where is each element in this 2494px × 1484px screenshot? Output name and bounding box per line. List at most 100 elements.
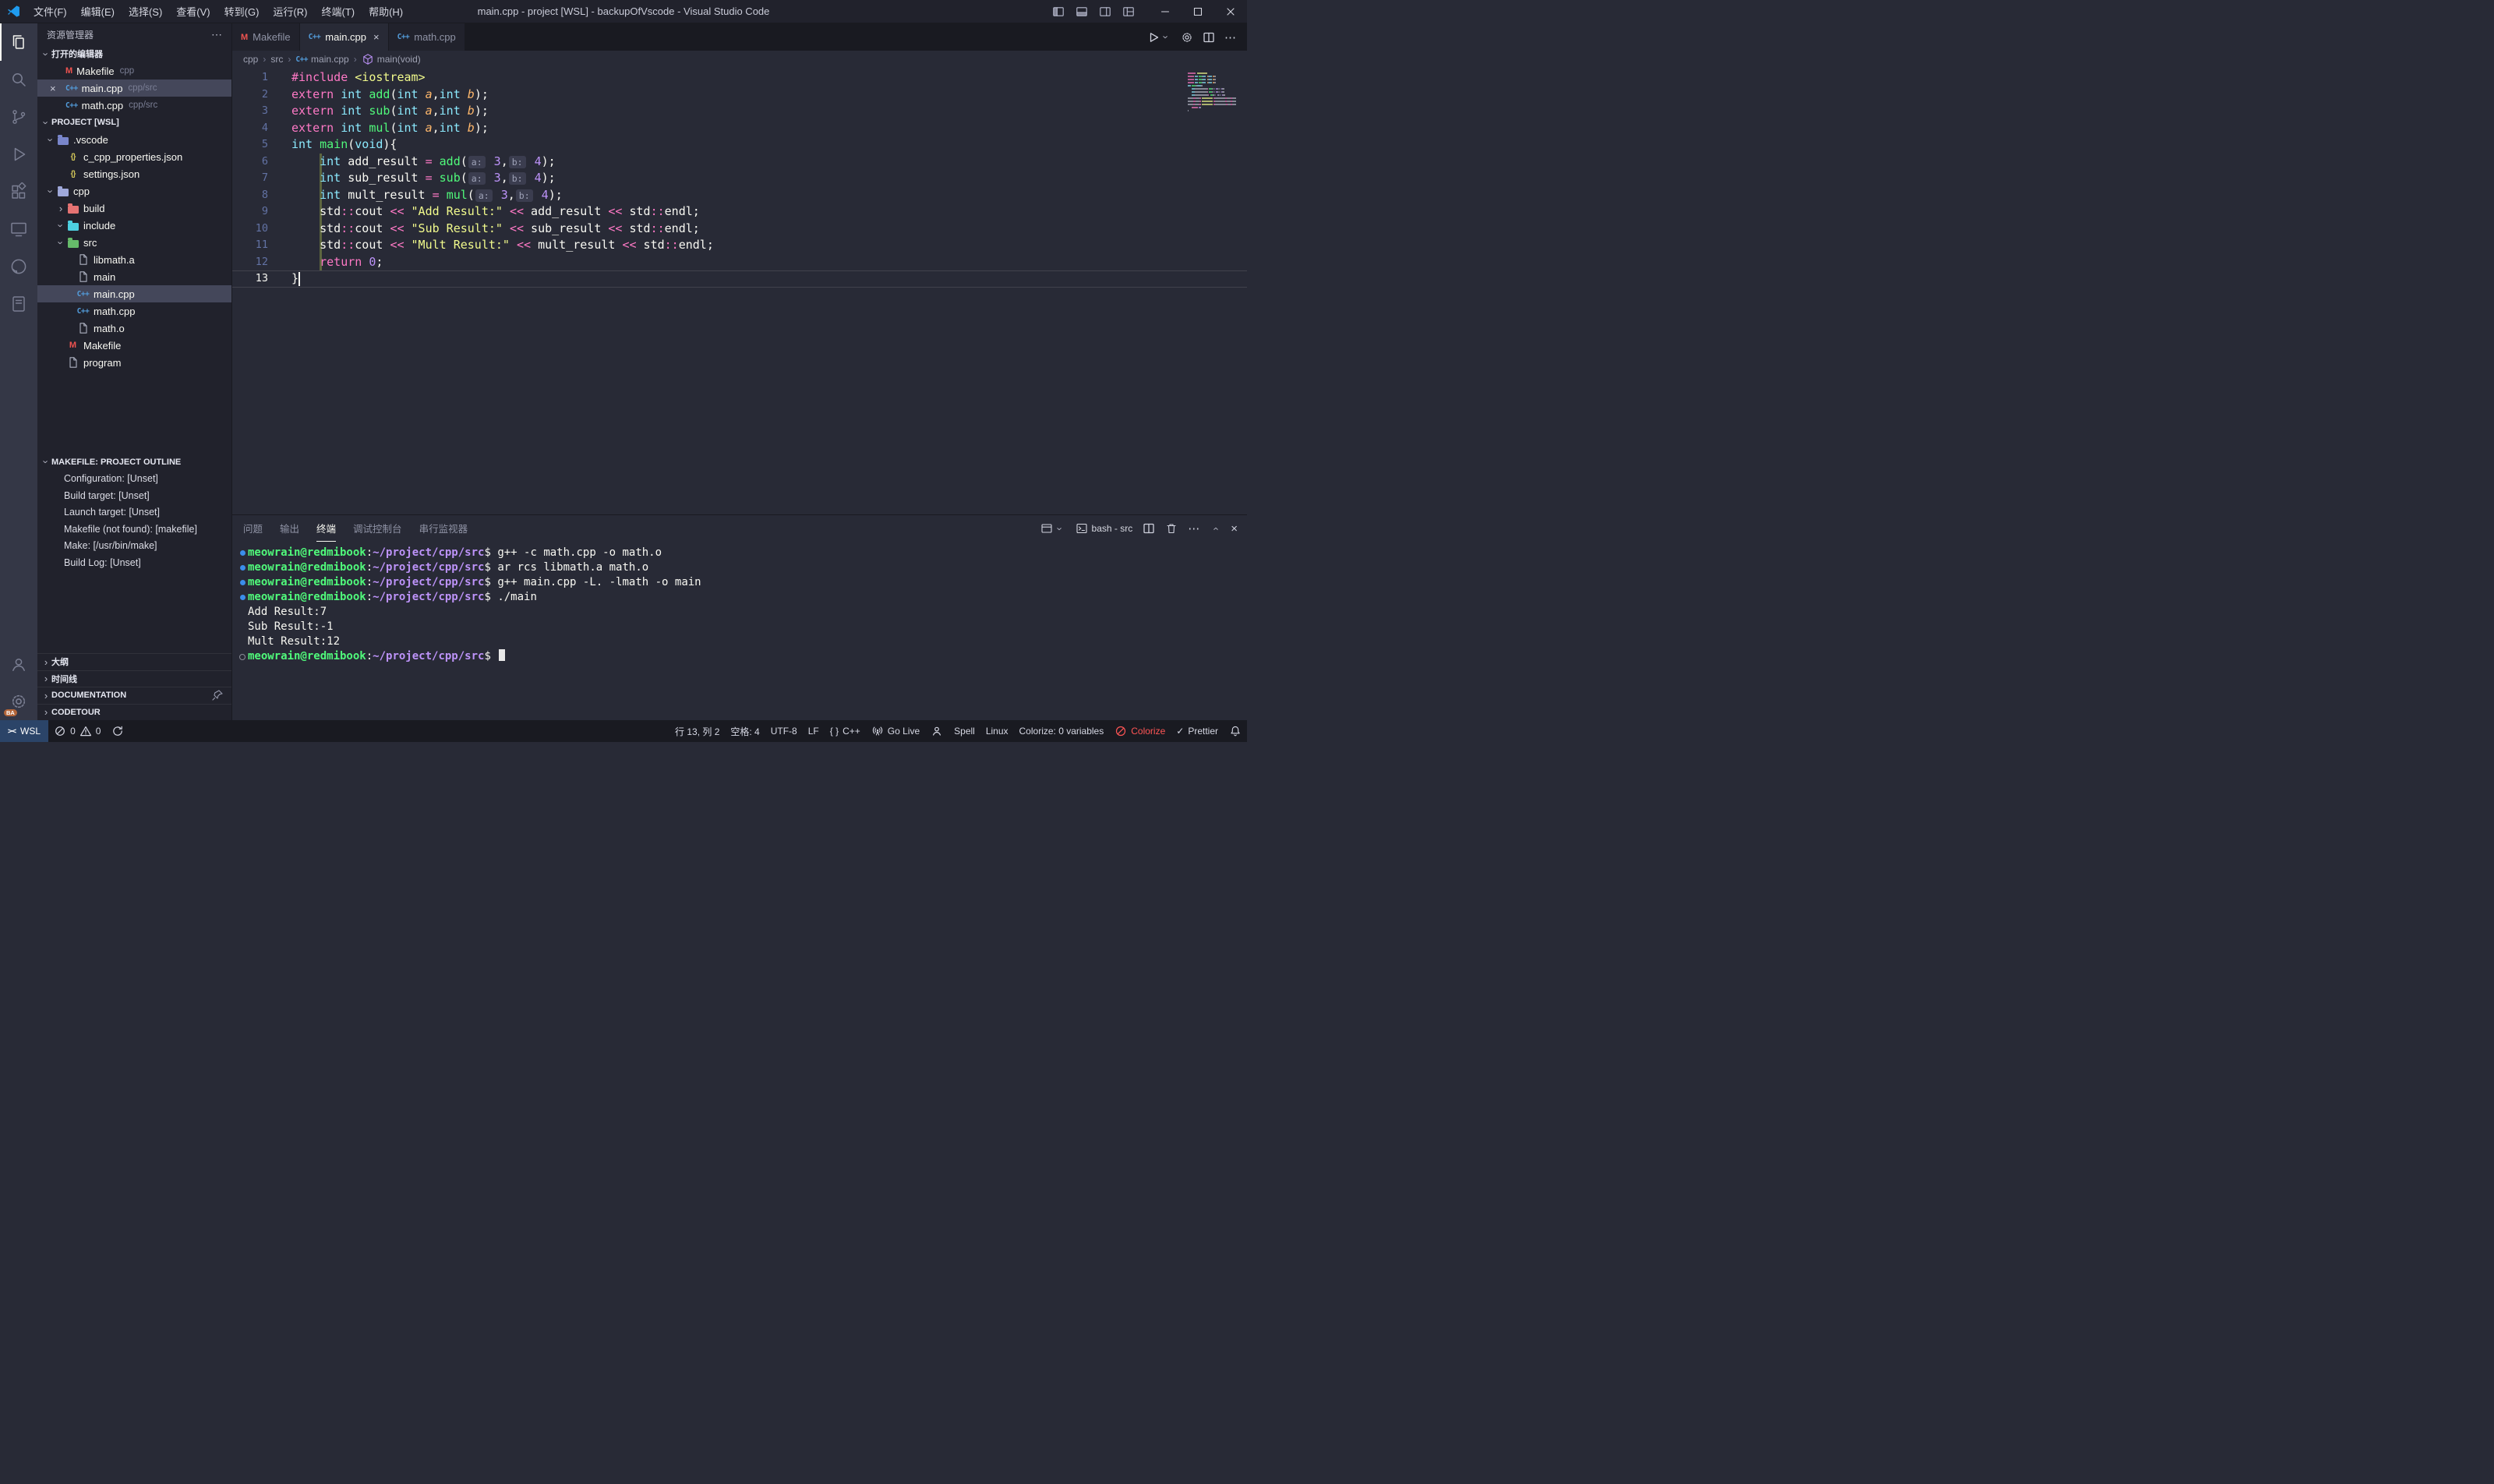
tree-item-libmath.a[interactable]: libmath.a bbox=[37, 251, 231, 268]
language-mode[interactable]: { }C++ bbox=[825, 720, 866, 742]
tree-item-main[interactable]: main bbox=[37, 268, 231, 285]
open-editors-section[interactable]: ›打开的编辑器 bbox=[37, 45, 231, 62]
menu-view[interactable]: 查看(V) bbox=[169, 0, 217, 23]
maximize-panel-button[interactable]: › bbox=[1210, 523, 1221, 534]
activity-remote-explorer[interactable] bbox=[0, 210, 37, 248]
menu-run[interactable]: 运行(R) bbox=[266, 0, 314, 23]
notifications[interactable] bbox=[1224, 720, 1247, 742]
activity-docs[interactable] bbox=[0, 285, 37, 323]
cursor-position[interactable]: 行 13, 列 2 bbox=[669, 720, 725, 742]
toggle-secondary-sidebar-button[interactable] bbox=[1099, 5, 1111, 18]
activity-run-debug[interactable] bbox=[0, 136, 37, 173]
explorer-more-actions[interactable]: ⋯ bbox=[211, 28, 222, 41]
menu-edit[interactable]: 编辑(E) bbox=[74, 0, 122, 23]
remote-indicator[interactable]: ><WSL bbox=[0, 720, 48, 742]
minimap[interactable] bbox=[1188, 72, 1236, 112]
makefile-outline-item[interactable]: Makefile (not found): [makefile] bbox=[37, 521, 231, 538]
close-tab-icon[interactable]: × bbox=[373, 31, 380, 43]
tree-item-cpp[interactable]: ›cpp bbox=[37, 182, 231, 200]
close-editor-icon[interactable]: × bbox=[50, 83, 56, 94]
code-line[interactable]: 2extern int add(int a,int b); bbox=[232, 87, 1247, 104]
panel-more-actions[interactable]: ⋯ bbox=[1188, 521, 1199, 535]
terminal[interactable]: meowrain@redmibook:~/project/cpp/src$ g+… bbox=[232, 542, 1247, 720]
makefile-outline-item[interactable]: Build Log: [Unset] bbox=[37, 554, 231, 571]
command-decoration-icon[interactable] bbox=[239, 654, 246, 660]
tree-item-math.cpp[interactable]: C++math.cpp bbox=[37, 302, 231, 320]
terminal-picker[interactable]: bash - src bbox=[1076, 522, 1133, 535]
run-config-button[interactable] bbox=[1181, 31, 1193, 44]
activity-extensions[interactable] bbox=[0, 173, 37, 210]
code-line[interactable]: 10 std::cout << "Sub Result:" << sub_res… bbox=[232, 221, 1247, 238]
code-line[interactable]: 12 return 0; bbox=[232, 254, 1247, 271]
tree-item-c_cpp_properties.json[interactable]: {}c_cpp_properties.json bbox=[37, 148, 231, 165]
colorize-variables[interactable]: Colorize: 0 variables bbox=[1014, 720, 1110, 742]
tree-item-build[interactable]: ›build bbox=[37, 200, 231, 217]
tree-item-math.o[interactable]: math.o bbox=[37, 320, 231, 337]
makefile-outline-item[interactable]: Build target: [Unset] bbox=[37, 487, 231, 504]
open-editor-item[interactable]: MMakefilecpp bbox=[37, 62, 231, 80]
open-editor-item[interactable]: C++math.cppcpp/src bbox=[37, 97, 231, 114]
makefile-outline-item[interactable]: Launch target: [Unset] bbox=[37, 504, 231, 521]
tree-item-main.cpp[interactable]: C++main.cpp bbox=[37, 285, 231, 302]
code-line[interactable]: 4extern int mul(int a,int b); bbox=[232, 120, 1247, 137]
code-line[interactable]: 5int main(void){ bbox=[232, 136, 1247, 154]
split-terminal-button[interactable] bbox=[1143, 522, 1155, 535]
breadcrumb-item[interactable]: main(void) bbox=[362, 53, 421, 65]
code-line[interactable]: 3extern int sub(int a,int b); bbox=[232, 103, 1247, 120]
panel-tab-debug-console[interactable]: 调试控制台 bbox=[353, 515, 402, 542]
toggle-primary-sidebar-button[interactable] bbox=[1052, 5, 1065, 18]
activity-source-control[interactable] bbox=[0, 98, 37, 136]
tree-item-program[interactable]: program bbox=[37, 354, 231, 371]
panel-tab-serial-monitor[interactable]: 串行监视器 bbox=[419, 515, 468, 542]
command-decoration-icon[interactable] bbox=[240, 550, 246, 556]
section-outline[interactable]: ›大纲 bbox=[37, 653, 231, 670]
section-codetour[interactable]: ›CODETOUR bbox=[37, 704, 231, 721]
live-share[interactable] bbox=[925, 720, 948, 742]
breadcrumb-item[interactable]: cpp bbox=[243, 54, 258, 65]
new-terminal-button[interactable]: › bbox=[1040, 522, 1065, 535]
go-live[interactable]: Go Live bbox=[866, 720, 925, 742]
activity-settings[interactable]: BA bbox=[0, 683, 37, 720]
pin-icon[interactable] bbox=[211, 689, 224, 701]
code-editor[interactable]: 1#include <iostream>2extern int add(int … bbox=[232, 68, 1247, 514]
colorize-toggle[interactable]: Colorize bbox=[1109, 720, 1171, 742]
sync-indicator[interactable] bbox=[106, 720, 129, 742]
panel-tab-terminal[interactable]: 终端 bbox=[316, 515, 336, 542]
tree-item-.vscode[interactable]: ›.vscode bbox=[37, 131, 231, 148]
tree-item-Makefile[interactable]: MMakefile bbox=[37, 337, 231, 354]
minimize-button[interactable] bbox=[1149, 0, 1182, 23]
eol[interactable]: LF bbox=[803, 720, 825, 742]
tree-item-settings.json[interactable]: {}settings.json bbox=[37, 165, 231, 182]
code-line[interactable]: 11 std::cout << "Mult Result:" << mult_r… bbox=[232, 237, 1247, 254]
breadcrumb-item[interactable]: src bbox=[270, 54, 283, 65]
os-indicator[interactable]: Linux bbox=[980, 720, 1014, 742]
spell-checker[interactable]: Spell bbox=[948, 720, 980, 742]
code-line[interactable]: 8 int mult_result = mul(a: 3,b: 4); bbox=[232, 187, 1247, 204]
prettier[interactable]: ✓Prettier bbox=[1171, 720, 1224, 742]
indentation[interactable]: 空格: 4 bbox=[725, 720, 765, 742]
problems-indicator[interactable]: 00 bbox=[48, 720, 106, 742]
menu-terminal[interactable]: 终端(T) bbox=[314, 0, 362, 23]
open-editor-item[interactable]: ×C++main.cppcpp/src bbox=[37, 80, 231, 97]
close-window-button[interactable] bbox=[1214, 0, 1247, 23]
code-line[interactable]: 7 int sub_result = sub(a: 3,b: 4); bbox=[232, 170, 1247, 187]
breadcrumb-item[interactable]: C++main.cpp bbox=[295, 54, 348, 65]
tab-Makefile[interactable]: MMakefile bbox=[232, 23, 300, 51]
menu-file[interactable]: 文件(F) bbox=[26, 0, 74, 23]
command-decoration-icon[interactable] bbox=[240, 580, 246, 585]
makefile-outline-section[interactable]: ›MAKEFILE: PROJECT OUTLINE bbox=[37, 454, 231, 471]
section-documentation[interactable]: ›DOCUMENTATION bbox=[37, 687, 231, 704]
activity-explorer[interactable] bbox=[0, 23, 37, 61]
command-decoration-icon[interactable] bbox=[240, 595, 246, 600]
customize-layout-button[interactable] bbox=[1122, 5, 1135, 18]
code-line[interactable]: 1#include <iostream> bbox=[232, 69, 1247, 87]
run-button[interactable]: › bbox=[1147, 31, 1171, 44]
code-line[interactable]: 13} bbox=[232, 270, 1247, 288]
activity-search[interactable] bbox=[0, 61, 37, 98]
encoding[interactable]: UTF-8 bbox=[765, 720, 803, 742]
tab-math.cpp[interactable]: C++math.cpp bbox=[389, 23, 465, 51]
close-panel-button[interactable]: × bbox=[1231, 522, 1238, 535]
activity-github[interactable] bbox=[0, 248, 37, 285]
command-decoration-icon[interactable] bbox=[240, 565, 246, 571]
project-section[interactable]: ›PROJECT [WSL] bbox=[37, 114, 231, 131]
